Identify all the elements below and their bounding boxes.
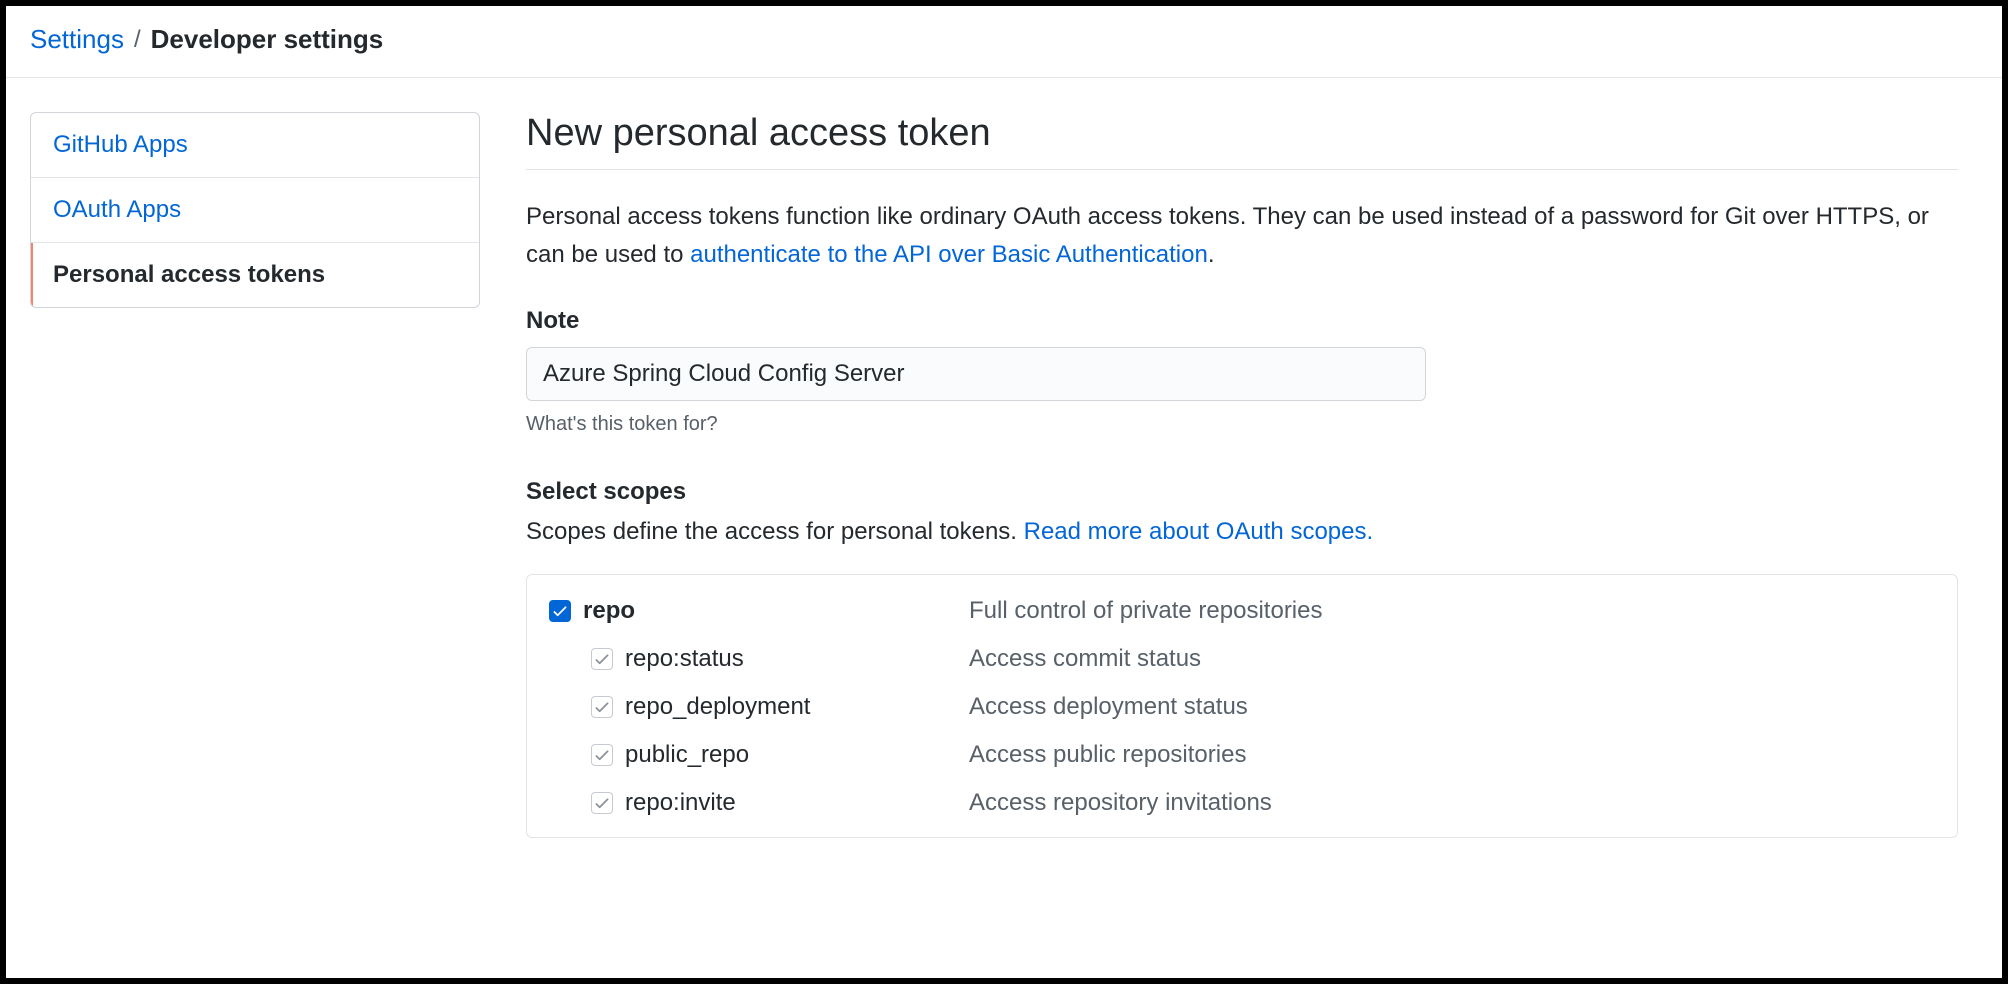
scope-repo-desc: Full control of private repositories (969, 597, 1322, 625)
scope-repo-name: repo (583, 597, 635, 625)
description-paragraph: Personal access tokens function like ord… (526, 198, 1958, 275)
check-icon (595, 748, 609, 762)
scope-public-repo-checkbox[interactable] (591, 744, 613, 766)
breadcrumb: Settings / Developer settings (6, 6, 2002, 78)
scopes-desc-text: Scopes define the access for personal to… (526, 518, 1024, 545)
check-icon (595, 700, 609, 714)
sidebar: GitHub Apps OAuth Apps Personal access t… (30, 112, 480, 838)
sidebar-menu: GitHub Apps OAuth Apps Personal access t… (30, 112, 480, 308)
breadcrumb-settings-link[interactable]: Settings (30, 24, 124, 55)
sidebar-item-personal-access-tokens[interactable]: Personal access tokens (31, 243, 479, 307)
scope-public-repo-desc: Access public repositories (969, 741, 1246, 769)
description-suffix: . (1208, 241, 1215, 268)
scope-repo-deployment-name: repo_deployment (625, 693, 810, 721)
scope-repo-status: repo:status Access commit status (549, 635, 1935, 683)
note-input[interactable] (526, 347, 1426, 401)
scopes-box: repo Full control of private repositorie… (526, 574, 1958, 838)
scope-repo-status-desc: Access commit status (969, 645, 1201, 673)
scope-public-repo-name: public_repo (625, 741, 749, 769)
check-icon (595, 796, 609, 810)
scope-repo-status-checkbox[interactable] (591, 648, 613, 670)
sidebar-item-github-apps[interactable]: GitHub Apps (31, 113, 479, 178)
note-label: Note (526, 307, 1958, 335)
scope-repo-invite-checkbox[interactable] (591, 792, 613, 814)
scope-repo-invite-desc: Access repository invitations (969, 789, 1272, 817)
note-hint: What's this token for? (526, 413, 1958, 436)
scopes-label: Select scopes (526, 478, 1958, 506)
check-icon (553, 604, 567, 618)
scopes-desc-link[interactable]: Read more about OAuth scopes. (1024, 518, 1374, 545)
scopes-description: Scopes define the access for personal to… (526, 518, 1958, 546)
page-title: New personal access token (526, 112, 1958, 170)
scope-repo: repo Full control of private repositorie… (549, 597, 1935, 635)
scope-public-repo: public_repo Access public repositories (549, 731, 1935, 779)
scope-repo-deployment-checkbox[interactable] (591, 696, 613, 718)
description-link[interactable]: authenticate to the API over Basic Authe… (690, 241, 1208, 268)
breadcrumb-separator: / (134, 26, 141, 54)
scope-repo-checkbox[interactable] (549, 600, 571, 622)
scope-repo-status-name: repo:status (625, 645, 744, 673)
check-icon (595, 652, 609, 666)
main-content: New personal access token Personal acces… (526, 112, 1978, 838)
breadcrumb-current: Developer settings (151, 24, 384, 55)
sidebar-item-oauth-apps[interactable]: OAuth Apps (31, 178, 479, 243)
scope-repo-deployment: repo_deployment Access deployment status (549, 683, 1935, 731)
scope-repo-invite: repo:invite Access repository invitation… (549, 779, 1935, 827)
scope-repo-deployment-desc: Access deployment status (969, 693, 1248, 721)
scope-repo-invite-name: repo:invite (625, 789, 736, 817)
